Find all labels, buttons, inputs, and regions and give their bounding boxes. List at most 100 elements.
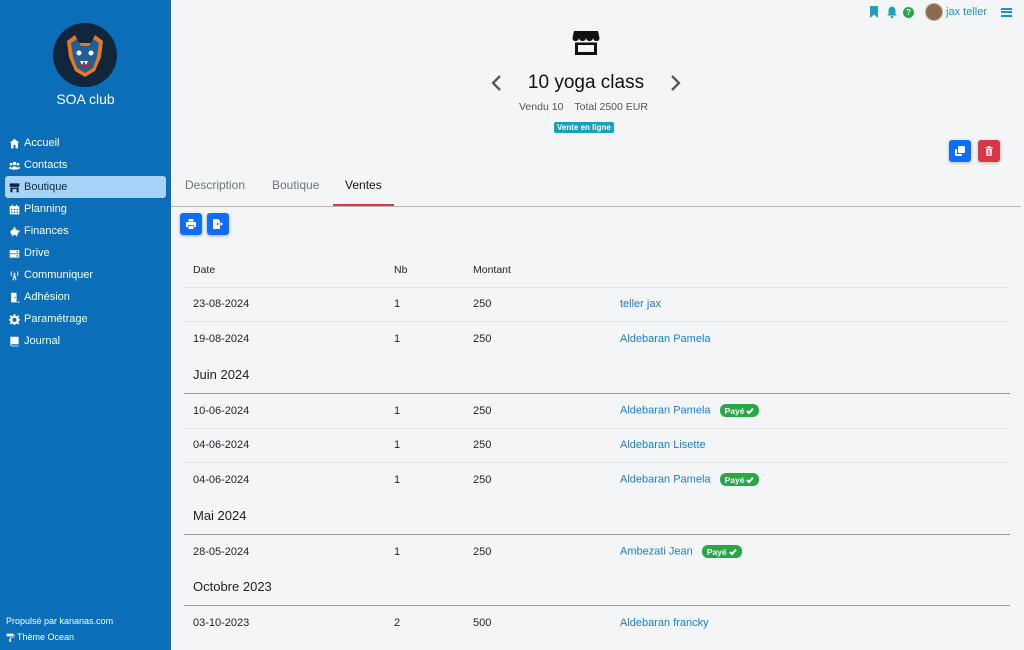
sidebar-item-finances[interactable]: Finances bbox=[5, 220, 166, 242]
tab-boutique[interactable]: Boutique bbox=[272, 168, 319, 206]
club-name: SOA club bbox=[56, 91, 115, 107]
bookmark-icon[interactable] bbox=[869, 6, 879, 18]
top-bar: ? jax teller bbox=[861, 3, 1012, 21]
cell-date: 03-10-2023 bbox=[193, 617, 250, 629]
home-icon bbox=[9, 138, 20, 148]
product-meta: Vendu 10 Total 2500 EUR bbox=[519, 101, 648, 113]
cell-montant: 250 bbox=[473, 474, 492, 486]
client-cell: Ambezati Jean Payé bbox=[620, 545, 742, 558]
export-button[interactable] bbox=[207, 213, 229, 235]
product-title: 10 yoga class bbox=[527, 72, 645, 93]
client-link[interactable]: Aldebaran Lisette bbox=[620, 439, 706, 451]
help-icon[interactable]: ? bbox=[903, 6, 915, 18]
sidebar-item-label: Paramétrage bbox=[24, 313, 88, 325]
cell-date: 04-06-2024 bbox=[193, 439, 250, 451]
paid-label: Payé bbox=[706, 546, 727, 557]
sidebar-item-planning[interactable]: Planning bbox=[5, 198, 166, 220]
sales-total: Total 2500 EUR bbox=[574, 101, 648, 113]
store-icon bbox=[9, 182, 20, 192]
theme-selector[interactable]: Thème Ocean bbox=[6, 632, 74, 642]
cell-nb: 1 bbox=[394, 474, 401, 486]
online-sale-badge: Vente en ligne bbox=[554, 122, 614, 133]
sidebar-item-journal[interactable]: Journal bbox=[5, 330, 166, 352]
month-group-title: Octobre 2023 bbox=[193, 579, 272, 594]
door-icon bbox=[11, 292, 20, 303]
user-name[interactable]: jax teller bbox=[946, 6, 987, 18]
sidebar-nav: Accueil Contacts Boutique Planning Finan… bbox=[5, 132, 166, 352]
theme-label: Thème Ocean bbox=[17, 632, 75, 642]
sidebar-item-accueil[interactable]: Accueil bbox=[5, 132, 166, 154]
paid-label: Payé bbox=[724, 405, 745, 416]
cell-nb: 1 bbox=[394, 333, 401, 345]
printer-icon bbox=[186, 219, 196, 229]
column-header-montant: Montant bbox=[473, 264, 511, 276]
paid-badge: Payé bbox=[701, 545, 742, 558]
cell-date: 19-08-2024 bbox=[193, 333, 250, 345]
tab-ventes[interactable]: Ventes bbox=[333, 168, 394, 206]
cell-montant: 250 bbox=[473, 298, 492, 310]
duplicate-button[interactable] bbox=[949, 140, 971, 162]
bell-icon[interactable] bbox=[887, 6, 898, 18]
check-icon bbox=[746, 407, 755, 414]
client-link[interactable]: Aldebaran francky bbox=[620, 617, 709, 629]
bear-logo-icon bbox=[53, 23, 117, 87]
sidebar-item-label: Drive bbox=[24, 247, 50, 259]
cell-montant: 250 bbox=[473, 546, 492, 558]
sidebar-item-boutique[interactable]: Boutique bbox=[5, 176, 166, 198]
piggy-bank-icon bbox=[10, 226, 20, 236]
sidebar-item-label: Accueil bbox=[24, 137, 60, 149]
sidebar-item-label: Boutique bbox=[24, 181, 68, 193]
calendar-icon bbox=[9, 204, 20, 214]
client-cell: Aldebaran Pamela Payé bbox=[620, 404, 760, 417]
sidebar: SOA club Accueil Contacts Boutique Plann… bbox=[0, 0, 171, 650]
cell-nb: 1 bbox=[394, 439, 401, 451]
sidebar-item-parametrage[interactable]: Paramétrage bbox=[5, 308, 166, 330]
check-icon bbox=[728, 548, 737, 555]
users-icon bbox=[9, 161, 20, 170]
sidebar-item-label: Communiquer bbox=[24, 269, 94, 281]
print-button[interactable] bbox=[180, 213, 202, 235]
chevron-right-icon[interactable] bbox=[670, 74, 682, 92]
client-cell: Aldebaran Pamela Payé bbox=[620, 473, 760, 486]
broadcast-icon bbox=[10, 270, 19, 280]
sidebar-item-label: Journal bbox=[24, 335, 61, 347]
sidebar-item-drive[interactable]: Drive bbox=[5, 242, 166, 264]
cell-date: 23-08-2024 bbox=[193, 298, 250, 310]
check-icon bbox=[746, 476, 755, 483]
menu-icon[interactable] bbox=[1001, 7, 1012, 17]
avatar[interactable] bbox=[925, 3, 944, 21]
sidebar-item-contacts[interactable]: Contacts bbox=[5, 154, 166, 176]
cell-montant: 250 bbox=[473, 405, 492, 417]
client-link[interactable]: Aldebaran Pamela bbox=[620, 333, 711, 345]
trash-icon bbox=[985, 146, 993, 156]
month-group-title: Mai 2024 bbox=[193, 508, 247, 523]
chevron-left-icon[interactable] bbox=[490, 74, 502, 92]
gear-icon bbox=[9, 313, 20, 325]
cell-nb: 1 bbox=[394, 546, 401, 558]
club-logo[interactable] bbox=[53, 23, 117, 87]
powered-by[interactable]: Propulsé par kananas.com bbox=[6, 616, 113, 626]
client-link[interactable]: teller jax bbox=[620, 298, 661, 310]
column-header-nb: Nb bbox=[394, 264, 408, 276]
shop-icon bbox=[572, 31, 600, 55]
copy-icon bbox=[955, 146, 965, 156]
client-link[interactable]: Aldebaran Pamela bbox=[620, 473, 711, 485]
cell-montant: 500 bbox=[473, 617, 492, 629]
sidebar-item-adhesion[interactable]: Adhésion bbox=[5, 286, 166, 308]
cell-nb: 1 bbox=[394, 298, 401, 310]
paid-badge: Payé bbox=[719, 404, 760, 417]
delete-button[interactable] bbox=[978, 140, 1000, 162]
sidebar-item-label: Finances bbox=[24, 225, 69, 237]
tab-description[interactable]: Description bbox=[185, 168, 245, 206]
cell-montant: 250 bbox=[473, 333, 492, 345]
client-link[interactable]: Aldebaran Pamela bbox=[620, 404, 711, 416]
client-link[interactable]: Ambezati Jean bbox=[620, 545, 693, 557]
column-header-date: Date bbox=[193, 264, 216, 276]
sidebar-item-label: Contacts bbox=[24, 159, 68, 171]
paint-roller-icon bbox=[6, 633, 15, 642]
paid-label: Payé bbox=[724, 474, 745, 485]
sidebar-item-label: Planning bbox=[24, 203, 67, 215]
cell-montant: 250 bbox=[473, 439, 492, 451]
sidebar-item-communiquer[interactable]: Communiquer bbox=[5, 264, 166, 286]
tab-bar: Description Boutique Ventes bbox=[171, 168, 1021, 207]
